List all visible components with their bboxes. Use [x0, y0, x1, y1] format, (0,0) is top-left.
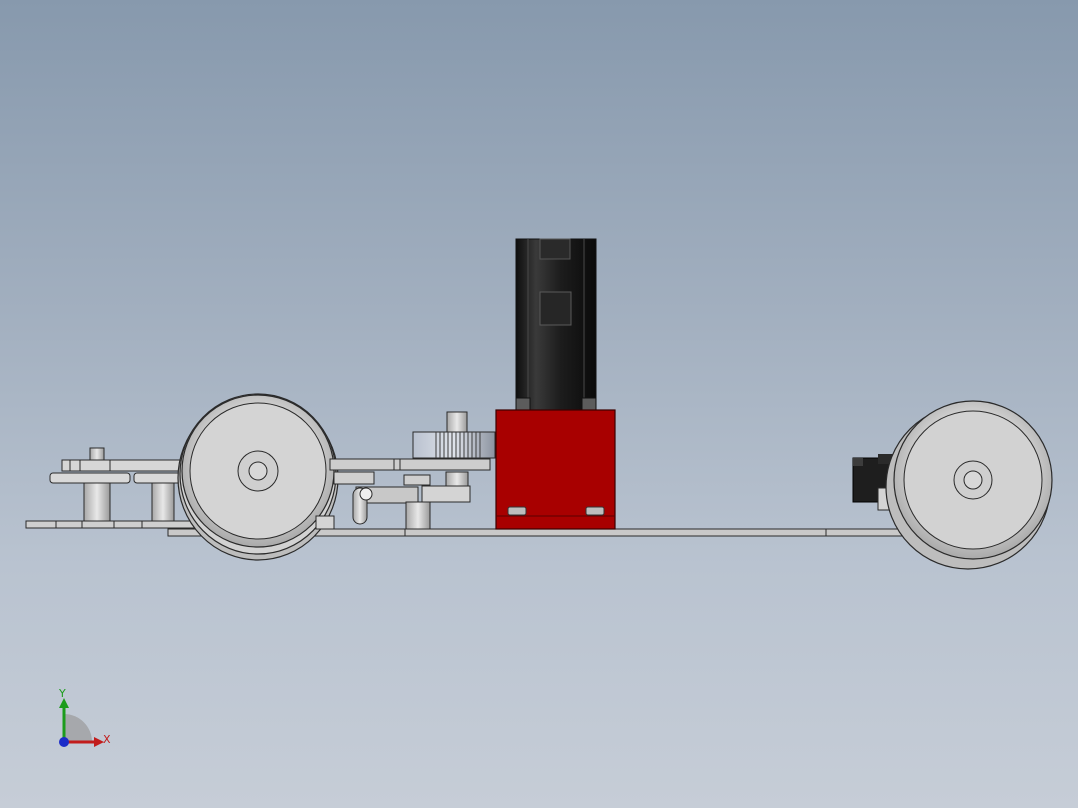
- lever-handle[interactable]: [352, 487, 373, 525]
- left-wheel[interactable]: [177, 393, 339, 561]
- view-orientation-triad: Y X: [48, 684, 120, 756]
- graphics-viewport[interactable]: Y X: [0, 0, 1078, 808]
- base-plate[interactable]: [25, 520, 921, 537]
- right-wheel[interactable]: [885, 400, 1053, 570]
- motor-mount-block[interactable]: [495, 409, 616, 530]
- drive-gear[interactable]: [412, 411, 496, 459]
- linkage-arms[interactable]: [315, 458, 491, 530]
- y-axis-label: Y: [59, 687, 66, 700]
- cad-model-side-view[interactable]: [0, 0, 1078, 808]
- stepper-motor[interactable]: [515, 238, 597, 412]
- x-axis-label: X: [103, 733, 111, 746]
